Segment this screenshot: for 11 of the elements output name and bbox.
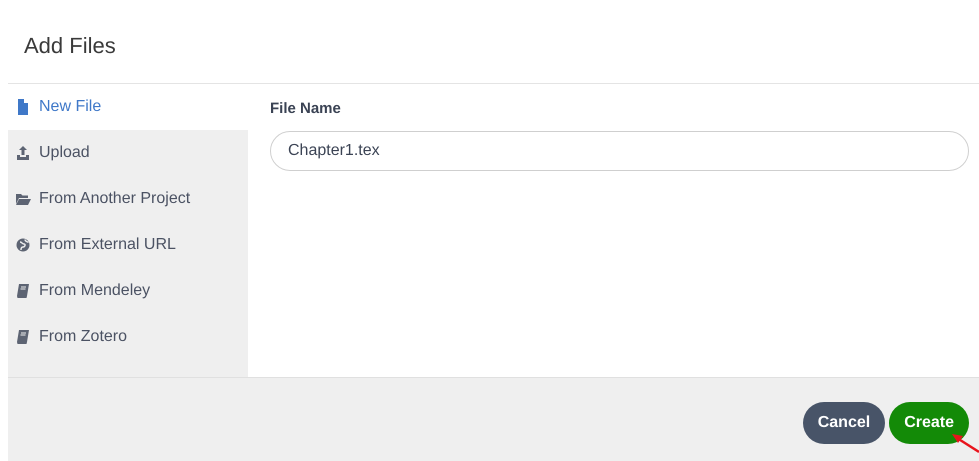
create-button[interactable]: Create xyxy=(889,402,969,444)
dialog-title: Add Files xyxy=(24,32,116,60)
field-label: File Name xyxy=(270,99,342,119)
sidebar-item[interactable]: New File xyxy=(8,84,248,130)
cancel-button[interactable]: Cancel xyxy=(802,402,886,444)
book-icon xyxy=(16,329,32,345)
upload-icon xyxy=(16,145,32,161)
globe-icon xyxy=(16,237,32,253)
book-icon xyxy=(16,283,32,299)
folder-icon xyxy=(16,191,32,207)
file-name-field[interactable]: Chapter1.tex xyxy=(270,130,969,170)
